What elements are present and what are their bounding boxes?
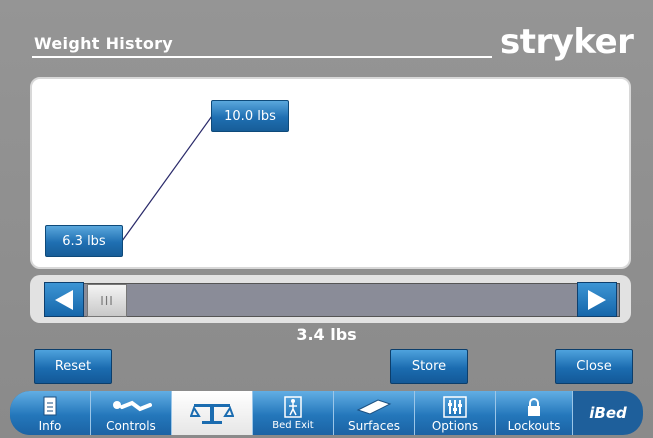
bottom-tab-bar: Info Controls Bed Exit Surfaces Options … (10, 391, 643, 435)
scroll-right-button[interactable] (577, 282, 617, 317)
title-underline (32, 56, 492, 58)
tab-lockouts-label: Lockouts (507, 419, 561, 433)
ibed-brand: iBed (589, 404, 627, 422)
store-button[interactable]: Store (390, 349, 468, 384)
scrollbar-thumb[interactable]: III (87, 284, 127, 317)
surface-icon (356, 395, 392, 419)
stryker-logo: stryker (500, 22, 634, 62)
tab-options[interactable]: Options (415, 391, 496, 435)
tab-options-label: Options (431, 419, 479, 433)
weight-history-chart: 6.3 lbs 10.0 lbs (30, 77, 631, 269)
page-title: Weight History (34, 34, 174, 53)
arrow-left-icon (55, 289, 73, 310)
tab-info-label: Info (38, 419, 62, 433)
lock-icon (526, 395, 542, 419)
tab-bed-exit[interactable]: Bed Exit (253, 391, 334, 435)
close-button[interactable]: Close (555, 349, 633, 384)
tab-surfaces[interactable]: Surfaces (334, 391, 415, 435)
arrow-right-icon (588, 289, 606, 310)
tab-lockouts[interactable]: Lockouts (496, 391, 573, 435)
tab-bed-exit-label: Bed Exit (272, 420, 314, 431)
tab-surfaces-label: Surfaces (348, 419, 400, 433)
scroll-left-button[interactable] (44, 282, 84, 317)
scale-icon (190, 401, 234, 425)
reset-button[interactable]: Reset (34, 349, 112, 384)
history-scrollbar-track[interactable] (44, 283, 620, 317)
current-weight-readout: 3.4 lbs (296, 325, 357, 344)
tab-controls[interactable]: Controls (91, 391, 172, 435)
options-sliders-icon (443, 395, 467, 419)
data-point-label[interactable]: 6.3 lbs (45, 225, 123, 257)
chart-series-line (121, 115, 213, 242)
tab-controls-label: Controls (106, 419, 156, 433)
info-icon (42, 395, 58, 419)
data-point-label[interactable]: 10.0 lbs (211, 100, 289, 132)
patient-controls-icon (110, 395, 152, 419)
tab-scale[interactable] (172, 391, 253, 435)
bed-exit-icon (284, 395, 302, 419)
tab-info[interactable]: Info (10, 391, 91, 435)
